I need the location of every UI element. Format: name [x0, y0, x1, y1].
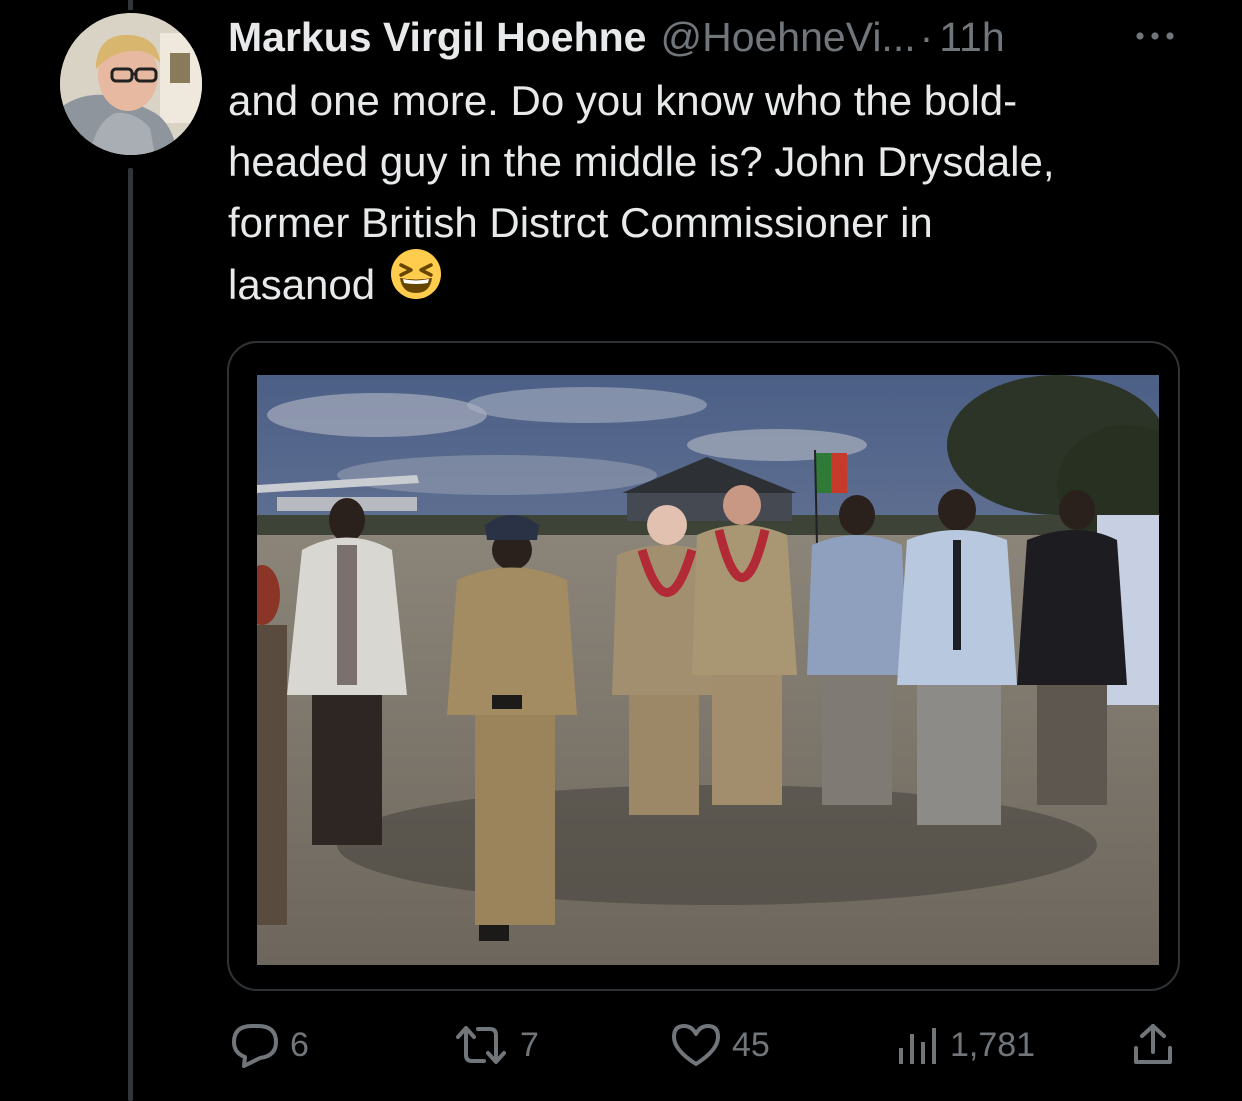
- header-separator: ·: [919, 14, 934, 60]
- tweet-text-line: lasanod: [228, 261, 376, 309]
- grinning-squinting-face-emoji-icon: [389, 247, 443, 317]
- tweet-text-line: and one more. Do you know who the bold-: [228, 77, 1018, 124]
- more-options-button[interactable]: [1130, 16, 1180, 56]
- author-display-name[interactable]: Markus Virgil Hoehne: [228, 10, 646, 64]
- avatar-photo-icon: [60, 13, 202, 155]
- retweet-icon: [456, 1026, 506, 1064]
- tweet-timestamp[interactable]: 11h: [939, 10, 1004, 64]
- more-icon: [1136, 32, 1174, 40]
- tweet-text: and one more. Do you know who the bold- …: [228, 70, 1188, 323]
- heart-icon: [672, 1024, 720, 1066]
- views-count: 1,781: [950, 1025, 1036, 1064]
- reply-icon: [232, 1024, 278, 1068]
- tweet-text-line: former British Distrct Commissioner in: [228, 199, 933, 246]
- reply-button[interactable]: 6: [230, 1015, 309, 1075]
- share-icon: [1134, 1024, 1172, 1064]
- share-button[interactable]: [1130, 1015, 1176, 1075]
- retweet-count: 7: [520, 1025, 539, 1064]
- reply-count: 6: [290, 1025, 309, 1064]
- photo-icon[interactable]: [257, 375, 1159, 965]
- like-count: 45: [732, 1025, 770, 1064]
- thread-connector-line: [128, 168, 133, 1101]
- tweet-text-line: headed guy in the middle is? John Drysda…: [228, 138, 1055, 185]
- tweet-text-line-last: lasanod: [228, 249, 1188, 323]
- retweet-button[interactable]: 7: [452, 1015, 539, 1075]
- views-button[interactable]: 1,781: [896, 1015, 1035, 1075]
- views-chart-icon: [899, 1028, 936, 1064]
- tweet-header: Markus Virgil Hoehne @HoehneVi... · 11h: [228, 10, 1005, 64]
- tweet-actions-bar: 6 7 45 1,781: [0, 1015, 1242, 1075]
- thread-line-top: [128, 0, 133, 10]
- like-button[interactable]: 45: [670, 1015, 770, 1075]
- author-avatar[interactable]: [60, 13, 202, 155]
- media-card[interactable]: [227, 341, 1180, 991]
- author-handle[interactable]: @HoehneVi...: [660, 10, 915, 64]
